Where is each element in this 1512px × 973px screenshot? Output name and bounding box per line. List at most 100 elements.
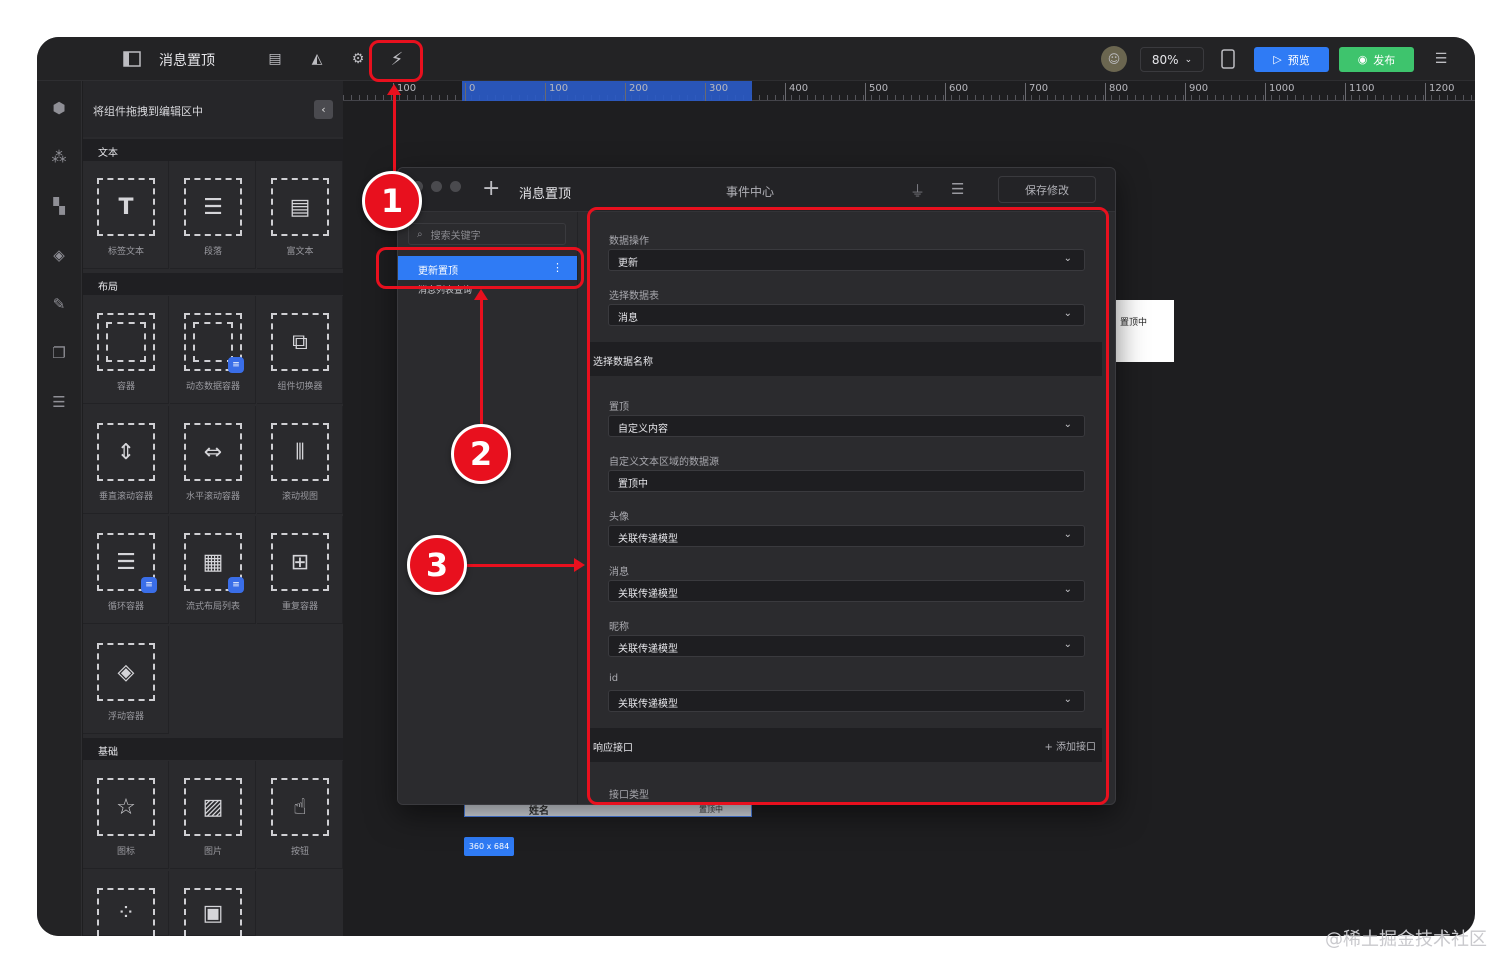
button-tap-icon: ☝: [271, 778, 329, 836]
ruler-tick: 0: [465, 83, 475, 101]
image-icon: ▨: [184, 778, 242, 836]
container-icon: [97, 313, 155, 371]
chevron-left-icon: ‹: [321, 103, 326, 116]
comp-scroll-view[interactable]: ⦀ 滚动视图: [257, 406, 343, 514]
ruler-tick: 200: [625, 83, 648, 101]
window-minimize-dot[interactable]: [431, 181, 442, 192]
rich-text-icon: ▤: [271, 178, 329, 236]
ruler-tick: 1100: [1345, 83, 1374, 101]
section-basic: 基础: [83, 738, 343, 760]
comp-label: 图片: [203, 847, 222, 857]
comp-label-text[interactable]: T 标签文本: [83, 161, 169, 269]
comp-image[interactable]: ▨ 图片: [170, 761, 256, 869]
comp-icon[interactable]: ☆ 图标: [83, 761, 169, 869]
dialog-center-title: 事件中心: [726, 185, 775, 199]
comp-loop-container[interactable]: ☰ ≡ 循环容器: [83, 516, 169, 624]
search-icon: ⌕: [417, 228, 423, 240]
event-list: ⌕ 搜索关键字 更新置顶 ⋮ 消息列表查询: [398, 212, 578, 804]
ruler-tick: 400: [785, 83, 808, 101]
annotation-marker-1: 1: [362, 171, 422, 231]
layout-icon[interactable]: ▚: [46, 193, 72, 219]
dialog-title: 消息置顶: [519, 187, 572, 202]
text-t-icon: T: [97, 178, 155, 236]
strip-pin: 置顶中: [699, 805, 723, 814]
zoom-select[interactable]: 80% ⌄: [1140, 47, 1204, 72]
annotation-line-2: [480, 299, 483, 425]
canvas-pinned-card[interactable]: 置顶中: [1116, 300, 1174, 362]
comp-button[interactable]: ☝ 按钮: [257, 761, 343, 869]
panel-hint: 将组件拖拽到编辑区中: [83, 81, 343, 137]
ruler-tick: 900: [1185, 83, 1208, 101]
device-mobile-icon[interactable]: [1219, 48, 1237, 70]
add-event-icon[interactable]: +: [482, 176, 500, 201]
preview-button[interactable]: ▷ 预览: [1254, 47, 1329, 72]
qrcode-icon: ▣: [184, 888, 242, 936]
star-icon: ☆: [97, 778, 155, 836]
ruler-tick: 800: [1105, 83, 1128, 101]
chevron-down-icon: ⌄: [1184, 54, 1193, 65]
eye-icon: ◉: [1357, 53, 1368, 66]
comp-component-switcher[interactable]: ⧉ 组件切换器: [257, 296, 343, 404]
comp-label: 浮动容器: [107, 712, 144, 722]
save-changes-button[interactable]: 保存修改: [998, 176, 1096, 203]
user-avatar[interactable]: ☺: [1101, 46, 1127, 72]
comp-flow-list[interactable]: ▦ ≡ 流式布局列表: [170, 516, 256, 624]
annotation-arrow-2: [474, 289, 488, 300]
ruler-tick: 1000: [1265, 83, 1294, 101]
cube-icon[interactable]: ⬢: [46, 95, 72, 121]
comp-qrcode[interactable]: ▣: [170, 871, 256, 936]
comp-v-scroll[interactable]: ⇕ 垂直滚动容器: [83, 406, 169, 514]
comp-label: 按钮: [290, 847, 309, 857]
comp-repeat-container[interactable]: ⊞ 重复容器: [257, 516, 343, 624]
dynamic-container-icon: ≡: [184, 313, 244, 373]
database-icon: ≡: [228, 577, 244, 593]
comp-label: 重复容器: [281, 602, 318, 612]
window-maximize-dot[interactable]: [450, 181, 461, 192]
comp-container[interactable]: 容器: [83, 296, 169, 404]
comp-paragraph[interactable]: ☰ 段落: [170, 161, 256, 269]
annotation-line-3: [465, 564, 575, 567]
comp-label: 垂直滚动容器: [98, 492, 153, 502]
event-search-input[interactable]: ⌕ 搜索关键字: [408, 223, 566, 245]
ruler-tick: 100: [545, 83, 568, 101]
comp-label: 段落: [203, 247, 222, 257]
pages-icon[interactable]: ❐: [46, 340, 72, 366]
stack-icon[interactable]: ☰: [951, 180, 964, 198]
database-icon: ≡: [228, 357, 244, 373]
settings-sliders-icon[interactable]: ☰: [1430, 49, 1452, 69]
comp-label: 标签文本: [107, 247, 144, 257]
comp-h-scroll[interactable]: ⇔ 水平滚动容器: [170, 406, 256, 514]
data-table-icon[interactable]: ▤: [265, 49, 285, 69]
components-icon[interactable]: ⁂: [46, 144, 72, 170]
switcher-icon: ⧉: [271, 313, 329, 371]
comp-float-container[interactable]: ◈ 浮动容器: [83, 626, 169, 734]
layers-icon[interactable]: ◈: [46, 242, 72, 268]
search-placeholder: 搜索关键字: [430, 230, 481, 242]
annotation-line-1: [393, 95, 396, 175]
list-icon[interactable]: ☰: [46, 389, 72, 415]
comp-dynamic-container[interactable]: ≡ 动态数据容器: [170, 296, 256, 404]
comp-label: 滚动视图: [281, 492, 318, 502]
flow-list-icon: ▦ ≡: [184, 533, 244, 593]
annotation-box-2: [376, 247, 584, 289]
filter-icon[interactable]: ⏚: [910, 180, 925, 201]
zoom-value: 80%: [1151, 52, 1179, 67]
comp-label: 组件切换器: [277, 382, 323, 392]
sidebar-toggle-icon[interactable]: [121, 49, 143, 69]
comp-rich-text[interactable]: ▤ 富文本: [257, 161, 343, 269]
style-icon[interactable]: ◭: [307, 49, 327, 69]
comp-label: 循环容器: [107, 602, 144, 612]
ruler-tick: 300: [705, 83, 728, 101]
hammer-icon[interactable]: ✎: [46, 291, 72, 317]
play-icon: ▷: [1273, 53, 1282, 66]
publish-button[interactable]: ◉ 发布: [1339, 47, 1414, 72]
logic-icon[interactable]: ⚙: [348, 49, 368, 69]
comp-loading[interactable]: ⁘: [83, 871, 169, 936]
page-title: 消息置顶: [159, 53, 215, 69]
collapse-panel-button[interactable]: ‹: [314, 100, 333, 119]
loop-container-icon: ☰ ≡: [97, 533, 157, 593]
canvas-phone-strip[interactable]: 姓名 置顶中: [464, 803, 752, 817]
float-layers-icon: ◈: [97, 643, 155, 701]
comp-label: 富文本: [286, 247, 314, 257]
ruler-tick: 1200: [1425, 83, 1454, 101]
